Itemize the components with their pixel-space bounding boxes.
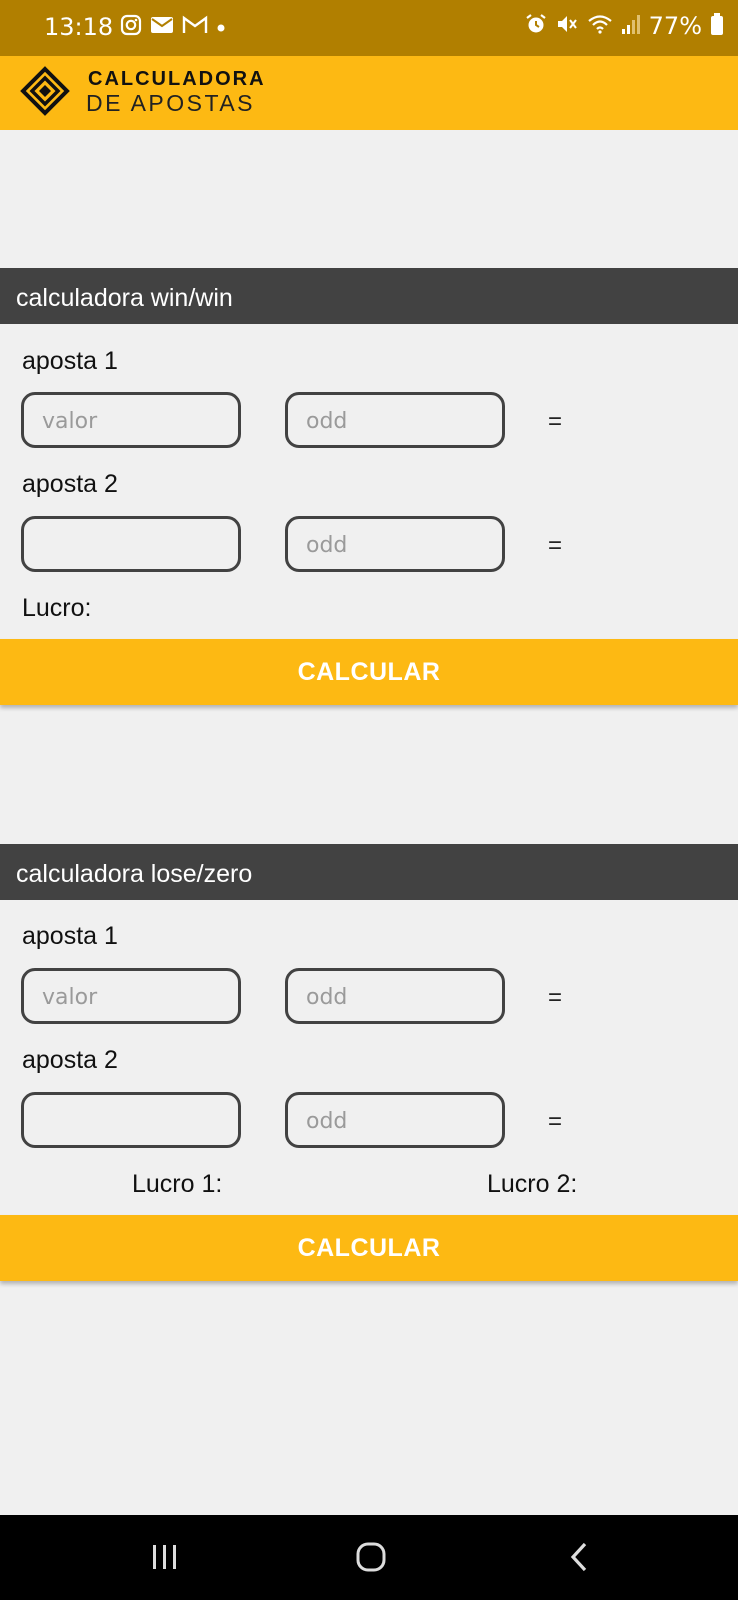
recents-icon[interactable]: [150, 1543, 180, 1576]
gmail-icon: [182, 15, 208, 39]
signal-icon: [621, 13, 641, 39]
lose-zero-bet2-label: aposta 2: [22, 1046, 118, 1074]
lose-zero-profit1-label: Lucro 1:: [132, 1170, 223, 1198]
lose-zero-bet1-label: aposta 1: [22, 922, 118, 950]
alarm-icon: [525, 13, 547, 39]
win-win-bet1-odd-input[interactable]: odd: [285, 392, 505, 448]
win-win-bet1-value-input[interactable]: valor: [21, 392, 241, 448]
status-time: 13:18: [44, 13, 114, 41]
app-header: CALCULADORA DE APOSTAS: [0, 56, 738, 130]
logo-title-line1: CALCULADORA: [88, 68, 266, 90]
battery-percent: 77%: [648, 12, 702, 40]
instagram-icon: [120, 14, 142, 40]
system-nav-bar: [0, 1515, 738, 1600]
lose-zero-bet1-value-input[interactable]: valor: [21, 968, 241, 1024]
dot-icon: [216, 18, 226, 37]
wifi-icon: [587, 13, 613, 39]
win-win-profit-label: Lucro:: [22, 594, 92, 622]
mute-icon: [555, 13, 579, 39]
status-bar: 13:18 77%: [0, 0, 738, 56]
diamond-logo-icon: [20, 66, 70, 116]
win-win-bet1-label: aposta 1: [22, 347, 118, 375]
win-win-bet2-result: =: [548, 532, 563, 559]
lose-zero-bet1-result: =: [548, 984, 563, 1011]
win-win-bet1-result: =: [548, 408, 563, 435]
mail-icon: [150, 15, 174, 39]
win-win-calculate-button[interactable]: CALCULAR: [0, 639, 738, 705]
lose-zero-section-title: calculadora lose/zero: [0, 844, 738, 900]
win-win-bet2-odd-input[interactable]: odd: [285, 516, 505, 572]
lose-zero-bet2-result: =: [548, 1108, 563, 1135]
lose-zero-bet1-odd-input[interactable]: odd: [285, 968, 505, 1024]
logo-title-line2: DE APOSTAS: [86, 90, 256, 116]
lose-zero-bet2-odd-input[interactable]: odd: [285, 1092, 505, 1148]
battery-icon: [710, 12, 724, 40]
lose-zero-calculate-button[interactable]: CALCULAR: [0, 1215, 738, 1281]
win-win-section-title: calculadora win/win: [0, 268, 738, 324]
home-icon[interactable]: [355, 1541, 387, 1578]
win-win-bet2-value-input[interactable]: [21, 516, 241, 572]
lose-zero-bet2-value-input[interactable]: [21, 1092, 241, 1148]
lose-zero-profit2-label: Lucro 2:: [487, 1170, 578, 1198]
win-win-bet2-label: aposta 2: [22, 470, 118, 498]
back-icon[interactable]: [568, 1541, 590, 1578]
